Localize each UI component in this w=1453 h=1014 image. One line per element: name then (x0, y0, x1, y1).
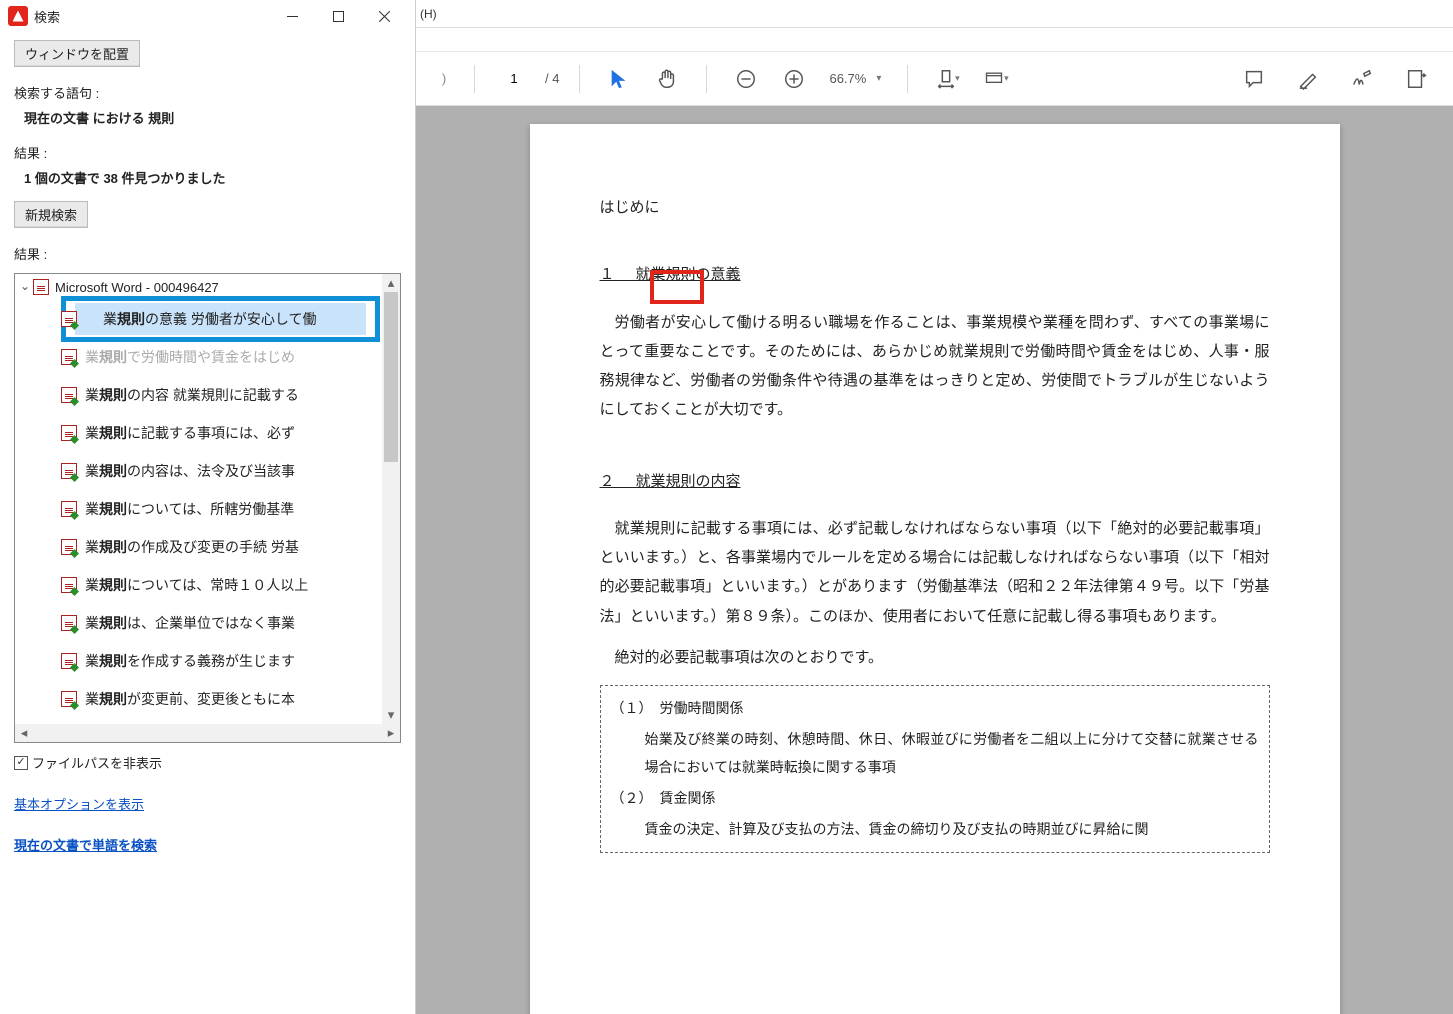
toolbar: ) / 4 66.7% ▾ ▾ (416, 52, 1453, 106)
search-result-text: 業規則の意義 労働者が安心して働 (85, 309, 316, 329)
search-result-text: 業規則の作成及び変更の手続 労基 (85, 537, 299, 557)
search-titlebar: 検索 (0, 0, 415, 32)
result-pdf-icon (61, 463, 77, 479)
search-result-text: 業規則の内容 就業規則に記載する (85, 385, 299, 405)
search-result-item[interactable]: 業規則の意義 労働者が安心して働 (15, 300, 400, 338)
result-pdf-icon (61, 501, 77, 517)
doc-p2: 就業規則に記載する事項には、必ず記載しなければならない事項（以下「絶対的必要記載… (600, 515, 1270, 632)
result-pdf-icon (61, 349, 77, 365)
results-horizontal-scrollbar[interactable]: ◂ ▸ (15, 724, 400, 742)
result-pdf-icon (61, 653, 77, 669)
search-result-text: 業規則を作成する義務が生じます (85, 651, 295, 671)
chevron-down-icon[interactable]: ⌄ (17, 279, 33, 293)
fit-width-button[interactable]: ▾ (928, 60, 966, 98)
search-result-item[interactable]: 業規則の作成及び変更の手続 労基 (15, 528, 400, 566)
scroll-thumb[interactable] (384, 292, 398, 462)
search-result-text: 業規則については、所轄労働基準 (85, 499, 294, 519)
search-result-item[interactable]: 業規則で労働時間や賃金をはじめ (15, 338, 400, 376)
results-box: ⌄ Microsoft Word - 000496427 業規則の意義 労働者が… (14, 273, 401, 743)
pdf-page: はじめに １ 就業規則の意義 労働者が安心して働ける明るい職場を作ることは、事業… (530, 124, 1340, 1014)
maximize-button[interactable] (315, 1, 361, 31)
result-pdf-icon (61, 691, 77, 707)
hide-filepath-row[interactable]: ✓ ファイルパスを非表示 (14, 753, 401, 772)
arrange-windows-button[interactable]: ウィンドウを配置 (14, 40, 140, 67)
document-viewport[interactable]: はじめに １ 就業規則の意義 労働者が安心して働ける明るい職場を作ることは、事業… (416, 106, 1453, 1014)
result-label-b: 結果 : (14, 244, 401, 263)
page-display-button[interactable]: ▾ (976, 60, 1014, 98)
search-hit-marker (650, 270, 704, 304)
doc-p3: 絶対的必要記載事項は次のとおりです。 (600, 644, 1270, 673)
result-count: 1 個の文書で 38 件見つかりました (14, 168, 401, 187)
search-result-item[interactable]: 業規則については、常時１０人以上 (15, 566, 400, 604)
new-search-button[interactable]: 新規検索 (14, 201, 88, 228)
minimize-button[interactable] (269, 1, 315, 31)
search-result-text: 業規則の内容は、法令及び当該事 (85, 461, 295, 481)
search-result-item[interactable]: 業規則は、企業単位ではなく事業 (15, 604, 400, 642)
page-number-input[interactable] (495, 67, 533, 91)
result-pdf-icon (61, 387, 77, 403)
search-result-text: 業規則が変更前、変更後ともに本 (85, 689, 295, 709)
highlight-button[interactable] (1289, 60, 1327, 98)
result-pdf-icon (61, 539, 77, 555)
result-pdf-icon (61, 311, 77, 327)
comment-button[interactable] (1235, 60, 1273, 98)
select-tool-button[interactable] (600, 60, 638, 98)
scroll-down-icon[interactable]: ▾ (382, 706, 400, 724)
app-logo-icon (8, 6, 28, 26)
search-result-text: 業規則に記載する事項には、必ず (85, 423, 295, 443)
query-value: 現在の文書 における 規則 (14, 108, 401, 127)
pdf-doc-icon (33, 279, 49, 295)
query-label: 検索する語句 : (14, 83, 401, 102)
menu-help[interactable]: (H) (420, 7, 437, 21)
doc-p1: 労働者が安心して働ける明るい職場を作ることは、事業規模や業種を問わず、すべての事… (600, 309, 1270, 426)
result-label-a: 結果 : (14, 143, 401, 162)
search-in-doc-link[interactable]: 現在の文書で単語を検索 (14, 835, 401, 854)
search-title: 検索 (34, 7, 269, 26)
search-panel: 検索 ウィンドウを配置 検索する語句 : 現在の文書 における 規則 結果 : … (0, 0, 416, 1014)
scroll-up-icon[interactable]: ▴ (382, 274, 400, 292)
search-result-text: 業規則で労働時間や賃金をはじめ (85, 347, 295, 367)
scroll-left-icon[interactable]: ◂ (15, 725, 33, 741)
sign-button[interactable] (1343, 60, 1381, 98)
search-result-item[interactable]: 業規則に記載する事項には、必ず (15, 414, 400, 452)
prev-something-icon[interactable]: ) (434, 60, 454, 98)
results-doc-name: Microsoft Word - 000496427 (55, 280, 219, 295)
result-pdf-icon (61, 615, 77, 631)
search-result-text: 業規則は、企業単位ではなく事業 (85, 613, 295, 633)
close-button[interactable] (361, 1, 407, 31)
more-tools-button[interactable] (1397, 60, 1435, 98)
search-result-item[interactable]: 業規則については、所轄労働基準 (15, 490, 400, 528)
menu-bar[interactable]: (H) (416, 0, 1453, 28)
search-result-item[interactable]: 業規則を作成する義務が生じます (15, 642, 400, 680)
search-result-item[interactable]: 業規則の内容 就業規則に記載する (15, 376, 400, 414)
basic-options-link[interactable]: 基本オプションを表示 (14, 794, 401, 813)
zoom-level-dropdown[interactable]: 66.7% (823, 71, 887, 86)
results-vertical-scrollbar[interactable]: ▴ ▾ (382, 274, 400, 724)
result-pdf-icon (61, 425, 77, 441)
zoom-out-button[interactable] (727, 60, 765, 98)
scroll-right-icon[interactable]: ▸ (382, 725, 400, 741)
search-result-item[interactable]: 業規則が変更前、変更後ともに本 (15, 680, 400, 718)
doc-intro: はじめに (600, 194, 1270, 223)
page-total-label: / 4 (545, 71, 559, 86)
main-area: (H) ) / 4 66.7% ▾ ▾ (416, 0, 1453, 106)
result-pdf-icon (61, 577, 77, 593)
hide-filepath-label: ファイルパスを非表示 (32, 753, 162, 772)
hide-filepath-checkbox[interactable]: ✓ (14, 756, 28, 770)
search-result-text: 業規則については、常時１０人以上 (85, 575, 308, 595)
hand-tool-button[interactable] (648, 60, 686, 98)
results-doc-node[interactable]: ⌄ Microsoft Word - 000496427 (15, 274, 400, 300)
search-result-item[interactable]: 業規則の内容は、法令及び当該事 (15, 452, 400, 490)
doc-box: （１） 労働時間関係 始業及び終業の時刻、休憩時間、休日、休暇並びに労働者を二組… (600, 685, 1270, 853)
results-list: ⌄ Microsoft Word - 000496427 業規則の意義 労働者が… (15, 274, 400, 724)
doc-h2: ２ 就業規則の内容 (600, 468, 1270, 497)
zoom-in-button[interactable] (775, 60, 813, 98)
secondary-bar (416, 28, 1453, 52)
